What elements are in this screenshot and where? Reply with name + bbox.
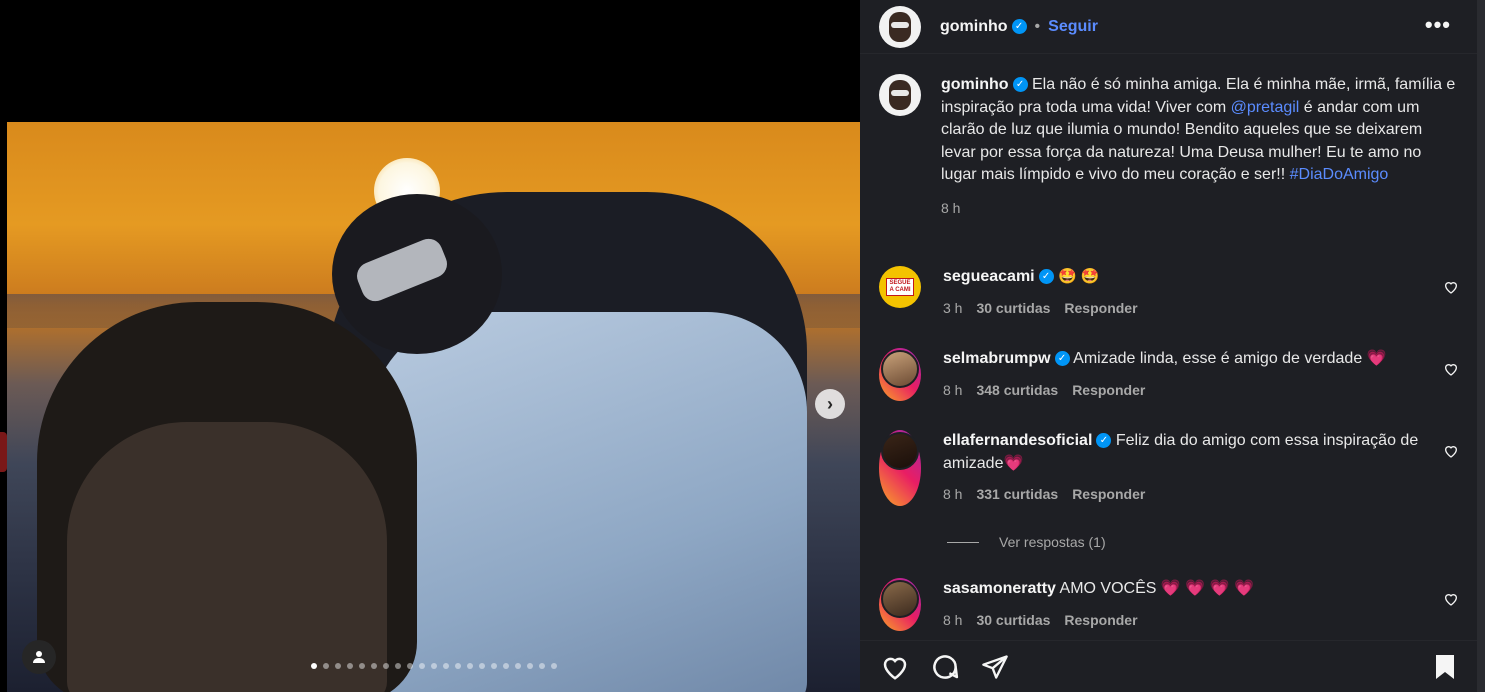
- post-actions-bar: [860, 640, 1477, 692]
- reply-button[interactable]: Responder: [1072, 483, 1145, 506]
- carousel-dot: [491, 663, 497, 669]
- comment-likes[interactable]: 30 curtidas: [976, 297, 1050, 320]
- carousel-dot: [419, 663, 425, 669]
- commenter-avatar[interactable]: [879, 430, 921, 506]
- post-header: gominho ✓ • Seguir •••: [860, 0, 1477, 54]
- carousel-dot: [539, 663, 545, 669]
- carousel-dot: [311, 663, 317, 669]
- carousel-dot: [383, 663, 389, 669]
- carousel-dot: [443, 663, 449, 669]
- author-username[interactable]: gominho: [940, 18, 1008, 36]
- post-media: ›: [0, 0, 860, 692]
- verified-icon: ✓: [1054, 351, 1070, 367]
- avatar-badge-text: SEGUE A CAMI: [886, 278, 914, 296]
- save-button[interactable]: [1433, 653, 1457, 686]
- verified-icon: ✓: [1011, 19, 1027, 34]
- comment-body: sasamoneratty AMO VOCÊS 💗 💗 💗 💗 8 h 30 cu…: [943, 578, 1433, 631]
- comment-likes[interactable]: 348 curtidas: [976, 379, 1058, 402]
- caption-body: gominho ✓ Ela não é só minha amiga. Ela é…: [941, 74, 1459, 220]
- comment-item: SEGUE A CAMI segueacami ✓ 🤩 🤩 3 h 30 curti…: [879, 266, 1469, 319]
- commenter-avatar[interactable]: SEGUE A CAMI: [879, 266, 921, 308]
- post-caption: gominho ✓ Ela não é só minha amiga. Ela é…: [879, 74, 1459, 220]
- comment-time[interactable]: 8 h: [943, 379, 962, 402]
- carousel-dot: [395, 663, 401, 669]
- comment-text: 🤩 🤩: [1058, 268, 1100, 285]
- tagged-users-button[interactable]: [22, 640, 56, 674]
- heart-icon: [883, 657, 907, 680]
- heart-icon[interactable]: [1443, 361, 1459, 377]
- comment-likes[interactable]: 30 curtidas: [976, 609, 1050, 632]
- bookmark-icon: [1436, 655, 1454, 679]
- photo-shirt: [367, 312, 807, 692]
- comment-text: Amizade linda, esse é amigo de verdade 💗: [1073, 350, 1387, 367]
- carousel-dot: [527, 663, 533, 669]
- heart-icon[interactable]: [1443, 443, 1459, 459]
- user-tag-icon: [33, 651, 45, 663]
- carousel-dot: [503, 663, 509, 669]
- comment-time[interactable]: 8 h: [943, 609, 962, 632]
- chevron-right-icon: ›: [827, 393, 833, 414]
- previous-post-edge[interactable]: [0, 432, 7, 472]
- carousel-dot: [371, 663, 377, 669]
- comment-item: selmabrumpw ✓ Amizade linda, esse é amigo…: [879, 348, 1469, 402]
- commenter-username[interactable]: segueacami: [943, 268, 1035, 285]
- commenter-avatar[interactable]: [879, 578, 921, 632]
- carousel-dot: [347, 663, 353, 669]
- reply-button[interactable]: Responder: [1064, 297, 1137, 320]
- carousel-dot: [323, 663, 329, 669]
- verified-icon: ✓: [1012, 77, 1028, 93]
- comment-item: sasamoneratty AMO VOCÊS 💗 💗 💗 💗 8 h 30 cu…: [879, 578, 1469, 632]
- commenter-username[interactable]: ellafernandesoficial: [943, 432, 1092, 449]
- verified-icon: ✓: [1096, 433, 1112, 449]
- comment-text: AMO VOCÊS 💗 💗 💗 💗: [1059, 580, 1254, 597]
- carousel-indicator: [311, 663, 557, 669]
- comment-button[interactable]: [929, 651, 961, 683]
- carousel-next-button[interactable]: ›: [815, 389, 845, 419]
- comment-item: ellafernandesoficial ✓ Feliz dia do amigo…: [879, 430, 1469, 506]
- heart-icon[interactable]: [1443, 279, 1459, 295]
- scrollbar[interactable]: [1477, 0, 1485, 692]
- carousel-dot: [551, 663, 557, 669]
- carousel-dot: [479, 663, 485, 669]
- author-avatar[interactable]: [879, 5, 921, 48]
- comment-likes[interactable]: 331 curtidas: [976, 483, 1058, 506]
- comment-icon: [933, 654, 959, 679]
- view-replies-button[interactable]: Ver respostas (1): [947, 534, 1106, 550]
- caption-hashtag-link[interactable]: #DiaDoAmigo: [1290, 166, 1389, 183]
- view-replies-label: Ver respostas (1): [999, 534, 1106, 550]
- caption-avatar[interactable]: [879, 74, 921, 116]
- follow-button[interactable]: Seguir: [1048, 18, 1098, 36]
- carousel-dot: [467, 663, 473, 669]
- verified-icon: ✓: [1038, 269, 1054, 285]
- commenter-avatar[interactable]: [879, 348, 921, 402]
- comment-time[interactable]: 3 h: [943, 297, 962, 320]
- header-separator: •: [1034, 17, 1041, 35]
- caption-timestamp[interactable]: 8 h: [941, 197, 1459, 220]
- commenter-username[interactable]: sasamoneratty: [943, 580, 1056, 597]
- like-button[interactable]: [879, 651, 911, 683]
- carousel-dot: [455, 663, 461, 669]
- caption-mention-link[interactable]: @pretagil: [1231, 99, 1300, 116]
- share-icon: [982, 654, 1008, 679]
- post-side-panel: gominho ✓ • Seguir ••• gominho ✓ Ela não …: [860, 0, 1485, 692]
- heart-icon[interactable]: [1443, 591, 1459, 607]
- comment-body: ellafernandesoficial ✓ Feliz dia do amigo…: [943, 430, 1433, 506]
- more-icon[interactable]: •••: [1425, 12, 1451, 38]
- commenter-username[interactable]: selmabrumpw: [943, 350, 1051, 367]
- carousel-dot: [407, 663, 413, 669]
- reply-button[interactable]: Responder: [1064, 609, 1137, 632]
- carousel-dot: [515, 663, 521, 669]
- carousel-dot: [359, 663, 365, 669]
- comment-time[interactable]: 8 h: [943, 483, 962, 506]
- reply-button[interactable]: Responder: [1072, 379, 1145, 402]
- share-button[interactable]: [979, 651, 1011, 683]
- replies-divider: [947, 541, 979, 543]
- carousel-dot: [335, 663, 341, 669]
- comment-body: segueacami ✓ 🤩 🤩 3 h 30 curtidas Responder: [943, 266, 1433, 319]
- caption-username[interactable]: gominho: [941, 76, 1009, 93]
- post-photo[interactable]: [7, 122, 860, 692]
- comment-body: selmabrumpw ✓ Amizade linda, esse é amigo…: [943, 348, 1433, 401]
- photo-dress: [67, 422, 387, 692]
- carousel-dot: [431, 663, 437, 669]
